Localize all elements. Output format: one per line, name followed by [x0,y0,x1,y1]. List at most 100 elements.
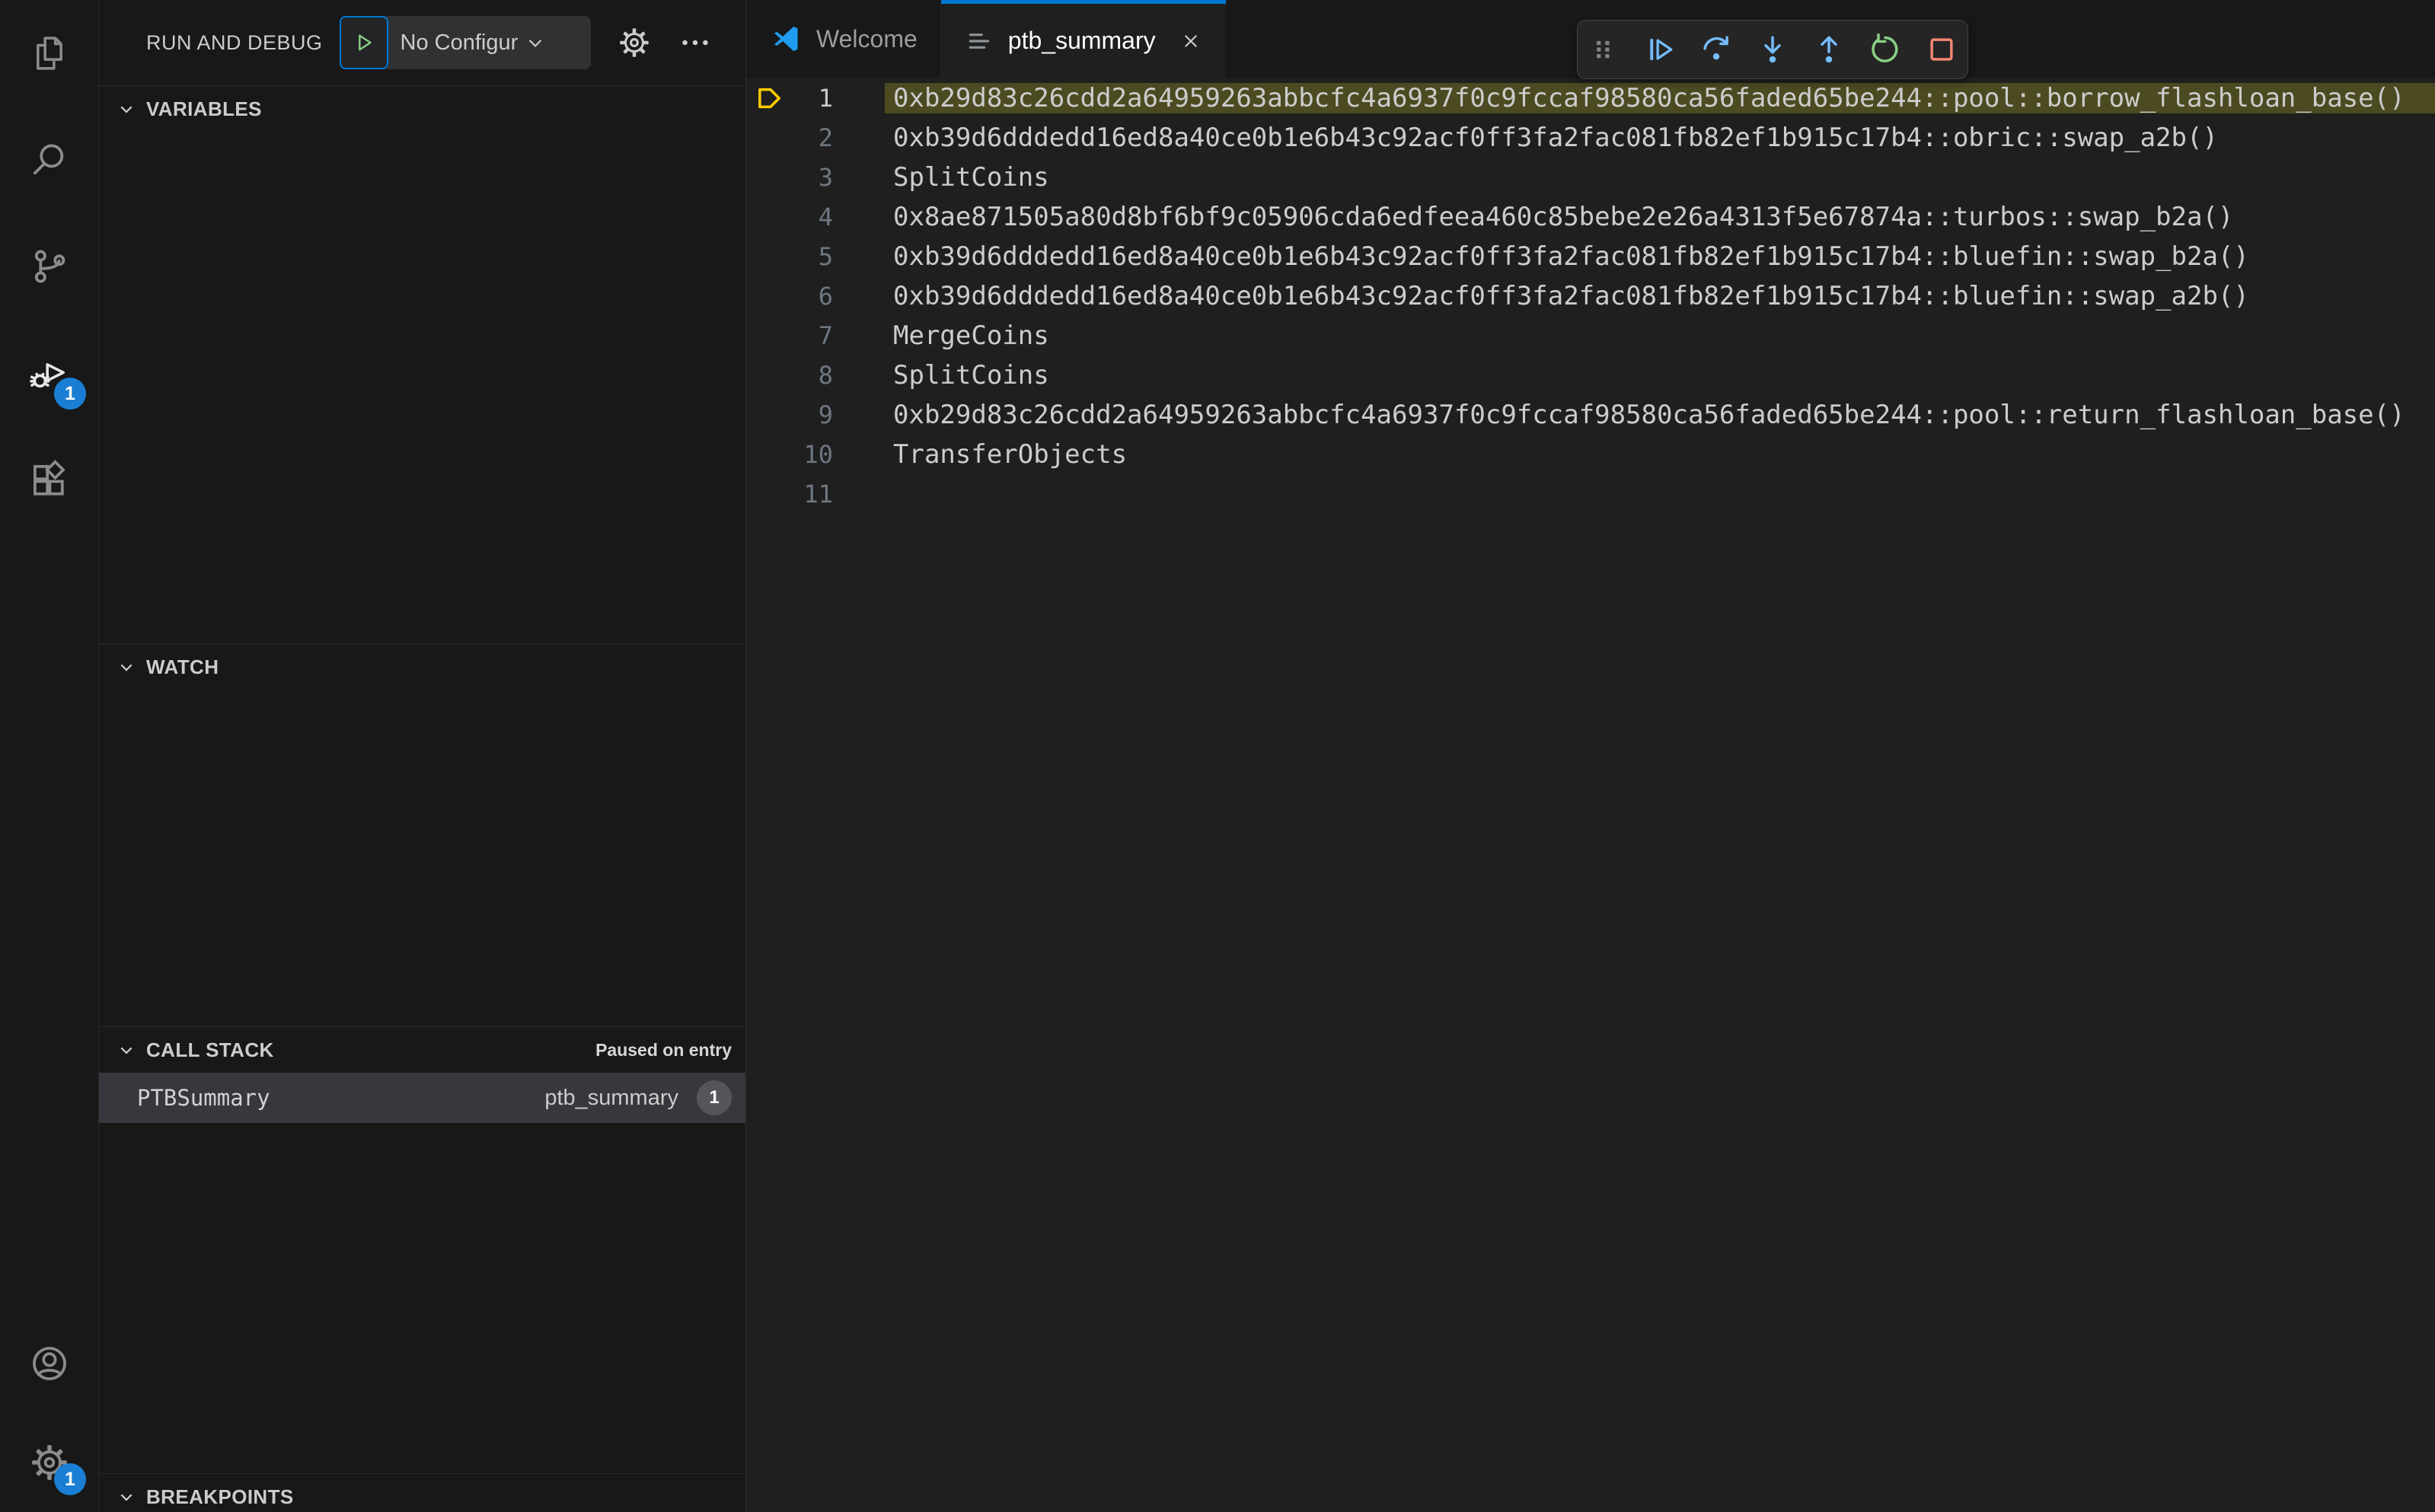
vscode-window: 1 1 RUN AND DEBUG No Configur VARIABLES … [0,0,2435,1512]
line-number: 11 [803,480,833,509]
activity-item-settings[interactable]: 1 [0,1413,98,1512]
code-line[interactable]: 7 MergeCoins [746,316,2435,356]
call-stack-section-header[interactable]: CALL STACK Paused on entry [99,1027,745,1073]
step-out-icon [1821,36,1837,63]
activity-item-source-control[interactable] [0,213,98,320]
line-number: 8 [818,361,833,390]
close-tab-button[interactable] [1179,29,1203,53]
restart-button[interactable] [1867,31,1904,68]
activity-bar: 1 1 [0,0,99,1512]
activity-item-extensions[interactable] [0,426,98,533]
call-stack-section: CALL STACK Paused on entry PTBSummary pt… [99,1026,745,1473]
frame-badge: 1 [697,1080,732,1115]
breakpoints-section-header[interactable]: BREAKPOINTS [99,1474,745,1512]
source-control-icon [34,250,65,283]
paused-status-text: Paused on entry [595,1039,732,1060]
step-into-icon [1764,36,1781,63]
current-frame-pointer-icon [746,78,793,118]
config-label: No Configur [400,30,519,55]
line-text: SplitCoins [893,360,1049,391]
play-icon [358,34,372,51]
account-icon [32,1347,66,1380]
step-out-button[interactable] [1811,31,1847,68]
code-line[interactable]: 10 TransferObjects [746,435,2435,474]
panel-title: RUN AND DEBUG [146,30,323,54]
continue-icon [1650,39,1673,60]
watch-section-header[interactable]: WATCH [99,644,745,690]
step-over-button[interactable] [1698,31,1734,68]
gripper-icon [1597,40,1610,59]
activity-item-explorer[interactable] [0,0,98,107]
line-number: 6 [818,282,833,311]
chevron-down-icon [528,40,542,47]
restart-icon [1872,33,1898,62]
activity-item-search[interactable] [0,107,98,213]
code-line[interactable]: 6 0xb39d6dddedd16ed8a40ce0b1e6b43c92acf0… [746,276,2435,316]
step-into-button[interactable] [1754,31,1791,68]
debug-toolbar [1577,20,1968,79]
gear-icon [619,28,649,57]
close-icon [1184,34,1197,47]
code-line[interactable]: 1 0xb29d83c26cdd2a64959263abbcfc4a6937f0… [746,78,2435,118]
line-number: 4 [818,203,833,231]
frame-source: ptb_summary [544,1085,678,1110]
search-icon [33,144,63,175]
sidebar-header: RUN AND DEBUG No Configur [99,0,745,85]
line-text: 0xb29d83c26cdd2a64959263abbcfc4a6937f0c9… [893,400,2405,430]
vscode-logo-icon [774,26,798,52]
code-line[interactable]: 5 0xb39d6dddedd16ed8a40ce0b1e6b43c92acf0… [746,237,2435,276]
editor-area: Welcome ptb_summary 1 0xb29d83c26cdd2a64… [746,0,2435,1512]
tab-label: ptb_summary [1007,27,1156,54]
debug-config-dropdown[interactable]: No Configur [339,16,591,69]
call-stack-frame-row[interactable]: PTBSummary ptb_summary 1 [99,1073,745,1123]
list-file-icon [969,33,990,49]
files-icon [36,37,62,70]
frame-name: PTBSummary [137,1085,270,1111]
line-number: 3 [818,163,833,192]
code-line[interactable]: 3 SplitCoins [746,158,2435,197]
more-actions-button[interactable] [678,25,713,60]
section-label: CALL STACK [146,1038,274,1061]
watch-section: WATCH [99,643,745,1026]
continue-button[interactable] [1642,31,1678,68]
section-label: VARIABLES [146,97,262,120]
section-label: WATCH [146,655,219,678]
code-line[interactable]: 2 0xb39d6dddedd16ed8a40ce0b1e6b43c92acf0… [746,118,2435,158]
line-number: 10 [803,440,833,469]
activity-item-accounts[interactable] [0,1314,98,1413]
variables-section: VARIABLES [99,85,745,643]
line-text: SplitCoins [893,162,1049,193]
start-debugging-button[interactable] [339,16,388,69]
line-text: 0xb39d6dddedd16ed8a40ce0b1e6b43c92acf0ff… [893,123,2218,153]
variables-section-header[interactable]: VARIABLES [99,86,745,132]
activity-item-run-and-debug[interactable]: 1 [0,320,98,426]
line-number: 9 [818,400,833,429]
breakpoints-section: BREAKPOINTS [99,1473,745,1512]
line-text: TransferObjects [893,439,1128,470]
code-line[interactable]: 4 0x8ae871505a80d8bf6bf9c05906cda6edfeea… [746,197,2435,237]
settings-badge: 1 [54,1463,86,1495]
run-and-debug-sidebar: RUN AND DEBUG No Configur VARIABLES WATC… [99,0,746,1512]
code-line[interactable]: 9 0xb29d83c26cdd2a64959263abbcfc4a6937f0… [746,395,2435,435]
tab-ptb-summary[interactable]: ptb_summary [940,0,1226,78]
line-text: 0xb29d83c26cdd2a64959263abbcfc4a6937f0c9… [885,83,2435,113]
debug-gear-button[interactable] [617,25,652,60]
tab-welcome[interactable]: Welcome [746,0,941,78]
extensions-icon [33,459,65,496]
chevron-down-icon [120,664,132,671]
toolbar-drag-handle[interactable] [1585,31,1622,68]
line-text: 0xb39d6dddedd16ed8a40ce0b1e6b43c92acf0ff… [893,281,2249,311]
line-number: 5 [818,242,833,271]
code-line[interactable]: 11 [746,474,2435,514]
section-label: BREAKPOINTS [146,1485,294,1508]
activity-bar-bottom: 1 [0,1314,98,1512]
code-line[interactable]: 8 SplitCoins [746,356,2435,395]
line-text: MergeCoins [893,321,1049,351]
stop-button[interactable] [1923,31,1960,68]
debug-badge: 1 [54,378,86,410]
code-editor[interactable]: 1 0xb29d83c26cdd2a64959263abbcfc4a6937f0… [746,78,2435,1512]
line-number: 2 [818,123,833,152]
line-number: 7 [818,321,833,350]
ellipsis-icon [681,40,708,46]
step-over-icon [1703,36,1728,60]
